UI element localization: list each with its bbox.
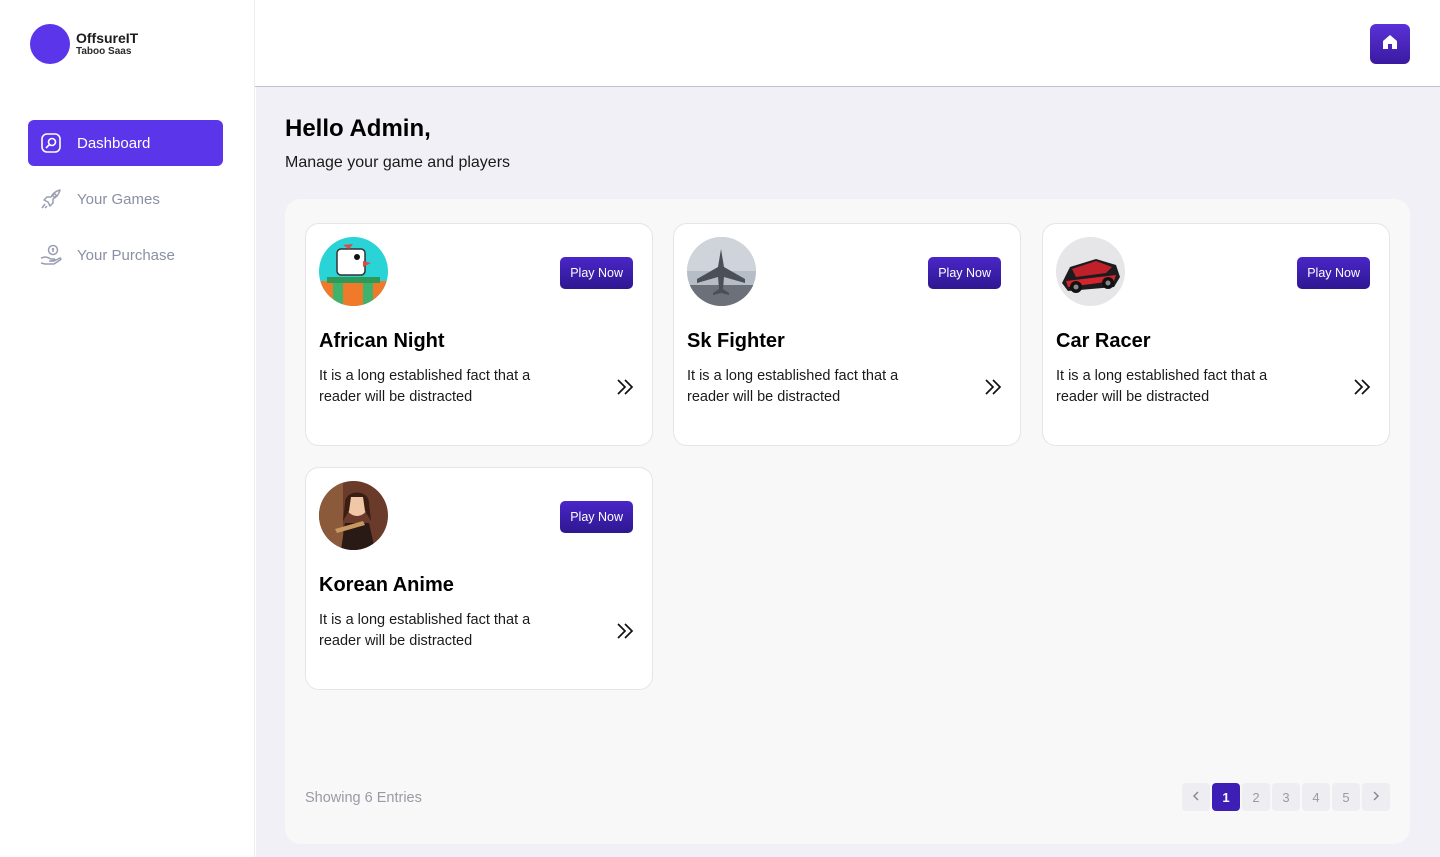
hand-coin-icon <box>40 244 62 266</box>
sidebar-item-label: Dashboard <box>77 134 151 152</box>
double-chevron-right-icon[interactable] <box>1351 376 1373 398</box>
page-button[interactable]: 3 <box>1272 783 1300 811</box>
sidebar-item-your-games[interactable]: Your Games <box>28 176 223 222</box>
brand[interactable]: OffsureIT Taboo Saas <box>30 24 138 64</box>
play-now-button[interactable]: Play Now <box>1297 257 1370 289</box>
prev-page-button[interactable] <box>1182 783 1210 811</box>
game-card-african-night[interactable]: Play Now African Night It is a long esta… <box>305 223 653 446</box>
page-button[interactable]: 5 <box>1332 783 1360 811</box>
play-now-button[interactable]: Play Now <box>928 257 1001 289</box>
double-chevron-right-icon[interactable] <box>982 376 1004 398</box>
bird-game-thumbnail <box>319 237 388 306</box>
game-title: African Night <box>319 330 445 352</box>
game-description: It is a long established fact that a rea… <box>687 368 899 405</box>
sidebar-item-label: Your Purchase <box>77 246 175 264</box>
anime-girl-thumbnail <box>319 481 388 550</box>
game-card-sk-fighter[interactable]: Play Now Sk Fighter It is a long establi… <box>673 223 1021 446</box>
game-card-korean-anime[interactable]: Play Now Korean Anime It is a long estab… <box>305 467 653 690</box>
double-chevron-right-icon[interactable] <box>614 376 636 398</box>
sidebar: OffsureIT Taboo Saas Dashboard Your Game… <box>0 0 255 857</box>
race-car-thumbnail <box>1056 237 1125 306</box>
sidebar-item-label: Your Games <box>77 190 160 208</box>
brand-subtitle: Taboo Saas <box>76 46 132 57</box>
page-title: Hello Admin, <box>285 115 431 142</box>
game-description: It is a long established fact that a rea… <box>319 612 531 649</box>
home-icon <box>1381 33 1399 56</box>
brand-logo <box>30 24 70 64</box>
pagination: 1 2 3 4 5 <box>1180 783 1390 811</box>
game-title: Korean Anime <box>319 574 454 596</box>
game-title: Sk Fighter <box>687 330 785 352</box>
games-panel: Play Now African Night It is a long esta… <box>285 199 1410 844</box>
sidebar-nav: Dashboard Your Games Your Purchase <box>28 120 223 288</box>
fighter-jet-thumbnail <box>687 237 756 306</box>
play-now-button[interactable]: Play Now <box>560 257 633 289</box>
chevron-left-icon <box>1190 790 1202 805</box>
game-title: Car Racer <box>1056 330 1151 352</box>
double-chevron-right-icon[interactable] <box>614 620 636 642</box>
rocket-icon <box>40 188 62 210</box>
play-now-button[interactable]: Play Now <box>560 501 633 533</box>
page-button[interactable]: 1 <box>1212 783 1240 811</box>
brand-text: OffsureIT Taboo Saas <box>76 30 138 58</box>
dashboard-icon <box>40 132 62 154</box>
game-card-car-racer[interactable]: Play Now Car Racer It is a long establis… <box>1042 223 1390 446</box>
page-button[interactable]: 4 <box>1302 783 1330 811</box>
page-button[interactable]: 2 <box>1242 783 1270 811</box>
page-subtitle: Manage your game and players <box>285 154 511 171</box>
next-page-button[interactable] <box>1362 783 1390 811</box>
game-description: It is a long established fact that a rea… <box>1056 368 1268 405</box>
entries-count: Showing 6 Entries <box>305 790 422 806</box>
game-description: It is a long established fact that a rea… <box>319 368 531 405</box>
main-content: Hello Admin, Manage your game and player… <box>256 87 1440 857</box>
chevron-right-icon <box>1370 790 1382 805</box>
sidebar-item-your-purchase[interactable]: Your Purchase <box>28 232 223 278</box>
brand-name: OffsureIT <box>76 30 139 46</box>
sidebar-item-dashboard[interactable]: Dashboard <box>28 120 223 166</box>
topbar <box>255 0 1440 87</box>
home-button[interactable] <box>1370 24 1410 64</box>
